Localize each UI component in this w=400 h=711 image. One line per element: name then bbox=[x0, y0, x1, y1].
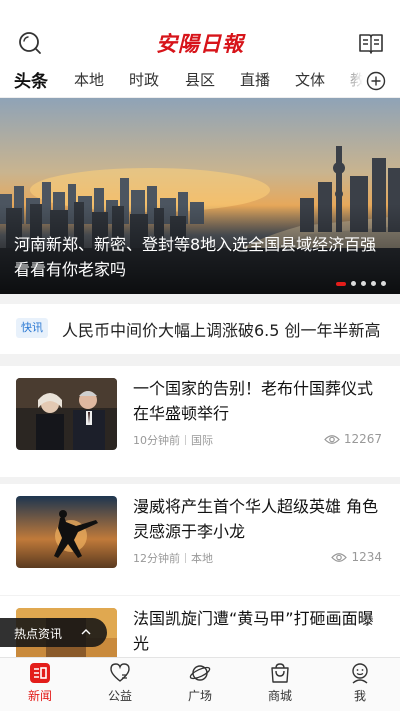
news-category: 国际 bbox=[191, 434, 213, 447]
news-time: 12分钟前 bbox=[133, 552, 180, 565]
nav-label: 商城 bbox=[267, 689, 292, 703]
nav-me[interactable]: 我 bbox=[330, 662, 390, 704]
headline-banner[interactable]: 河南新郑、新密、登封等8地入选全国县域经济百强 看看有你老家吗 bbox=[0, 98, 400, 294]
news-icon bbox=[30, 663, 50, 683]
heart-icon bbox=[110, 663, 130, 682]
tab-headline[interactable]: 头条 bbox=[14, 67, 48, 92]
news-time: 10分钟前 bbox=[133, 434, 180, 447]
view-count: 1234 bbox=[351, 550, 382, 564]
nav-news[interactable]: 新闻 bbox=[10, 662, 70, 704]
channel-tabs: 头条 本地 时政 县区 直播 文体 教 bbox=[0, 62, 400, 98]
news-thumbnail bbox=[16, 496, 117, 568]
tab-politics[interactable]: 时政 bbox=[129, 69, 159, 90]
add-channel-icon[interactable] bbox=[366, 71, 386, 91]
view-count: 12267 bbox=[343, 432, 382, 446]
eye-icon bbox=[323, 434, 340, 444]
news-views: 12267 bbox=[323, 432, 382, 446]
flash-badge: 快讯 bbox=[16, 318, 48, 338]
nav-label: 我 bbox=[353, 689, 366, 703]
news-item[interactable]: 漫威将产生首个华人超级英雄 角色灵感源于李小龙 12分钟前 本地 1234 bbox=[0, 484, 400, 595]
news-item[interactable]: 一个国家的告别！老布什国葬仪式在华盛顿举行 10分钟前 国际 12267 bbox=[0, 366, 400, 477]
nav-label: 广场 bbox=[187, 689, 212, 703]
news-title[interactable]: 漫威将产生首个华人超级英雄 角色灵感源于李小龙 bbox=[133, 494, 386, 544]
bottom-nav: 新闻 公益 广场 商城 我 bbox=[0, 657, 400, 711]
tab-live[interactable]: 直播 bbox=[240, 69, 270, 90]
carousel-dot[interactable] bbox=[336, 281, 346, 286]
planet-icon bbox=[189, 665, 211, 681]
nav-charity[interactable]: 公益 bbox=[90, 662, 150, 704]
app-header: 安陽日報 bbox=[0, 0, 400, 62]
hot-news-label: 热点资讯 bbox=[14, 627, 63, 641]
shopping-bag-icon bbox=[271, 663, 289, 683]
book-icon[interactable] bbox=[358, 30, 384, 56]
nav-label: 新闻 bbox=[27, 689, 52, 703]
news-title[interactable]: 一个国家的告别！老布什国葬仪式在华盛顿举行 bbox=[133, 376, 386, 426]
tab-culture-sports[interactable]: 文体 bbox=[295, 69, 325, 90]
tab-county[interactable]: 县区 bbox=[185, 69, 215, 90]
chevron-up-icon bbox=[81, 629, 91, 635]
user-icon bbox=[352, 663, 368, 684]
news-title[interactable]: 法国凯旋门遭“黄马甲”打砸画面曝光 bbox=[133, 606, 386, 656]
news-thumbnail bbox=[16, 378, 117, 450]
carousel-dot[interactable] bbox=[381, 281, 386, 286]
flash-news-bar[interactable]: 快讯 人民币中间价大幅上调涨破6.5 创一年半新高 bbox=[0, 304, 400, 354]
carousel-dot[interactable] bbox=[351, 281, 356, 286]
banner-title[interactable]: 河南新郑、新密、登封等8地入选全国县域经济百强 看看有你老家吗 bbox=[14, 232, 386, 282]
news-views: 1234 bbox=[331, 550, 382, 564]
nav-label: 公益 bbox=[107, 689, 132, 703]
hot-news-toggle[interactable]: 热点资讯 bbox=[0, 618, 107, 647]
nav-square[interactable]: 广场 bbox=[170, 662, 230, 704]
news-category: 本地 bbox=[191, 552, 213, 565]
eye-icon bbox=[331, 552, 348, 562]
carousel-dot[interactable] bbox=[361, 281, 366, 286]
news-meta: 12分钟前 本地 bbox=[133, 550, 213, 566]
tab-local[interactable]: 本地 bbox=[74, 69, 104, 90]
app-logo: 安陽日報 bbox=[156, 31, 244, 56]
flash-text[interactable]: 人民币中间价大幅上调涨破6.5 创一年半新高 bbox=[62, 317, 381, 341]
news-meta: 10分钟前 国际 bbox=[133, 432, 213, 448]
carousel-indicator bbox=[336, 281, 386, 286]
nav-mall[interactable]: 商城 bbox=[250, 662, 310, 704]
carousel-dot[interactable] bbox=[371, 281, 376, 286]
